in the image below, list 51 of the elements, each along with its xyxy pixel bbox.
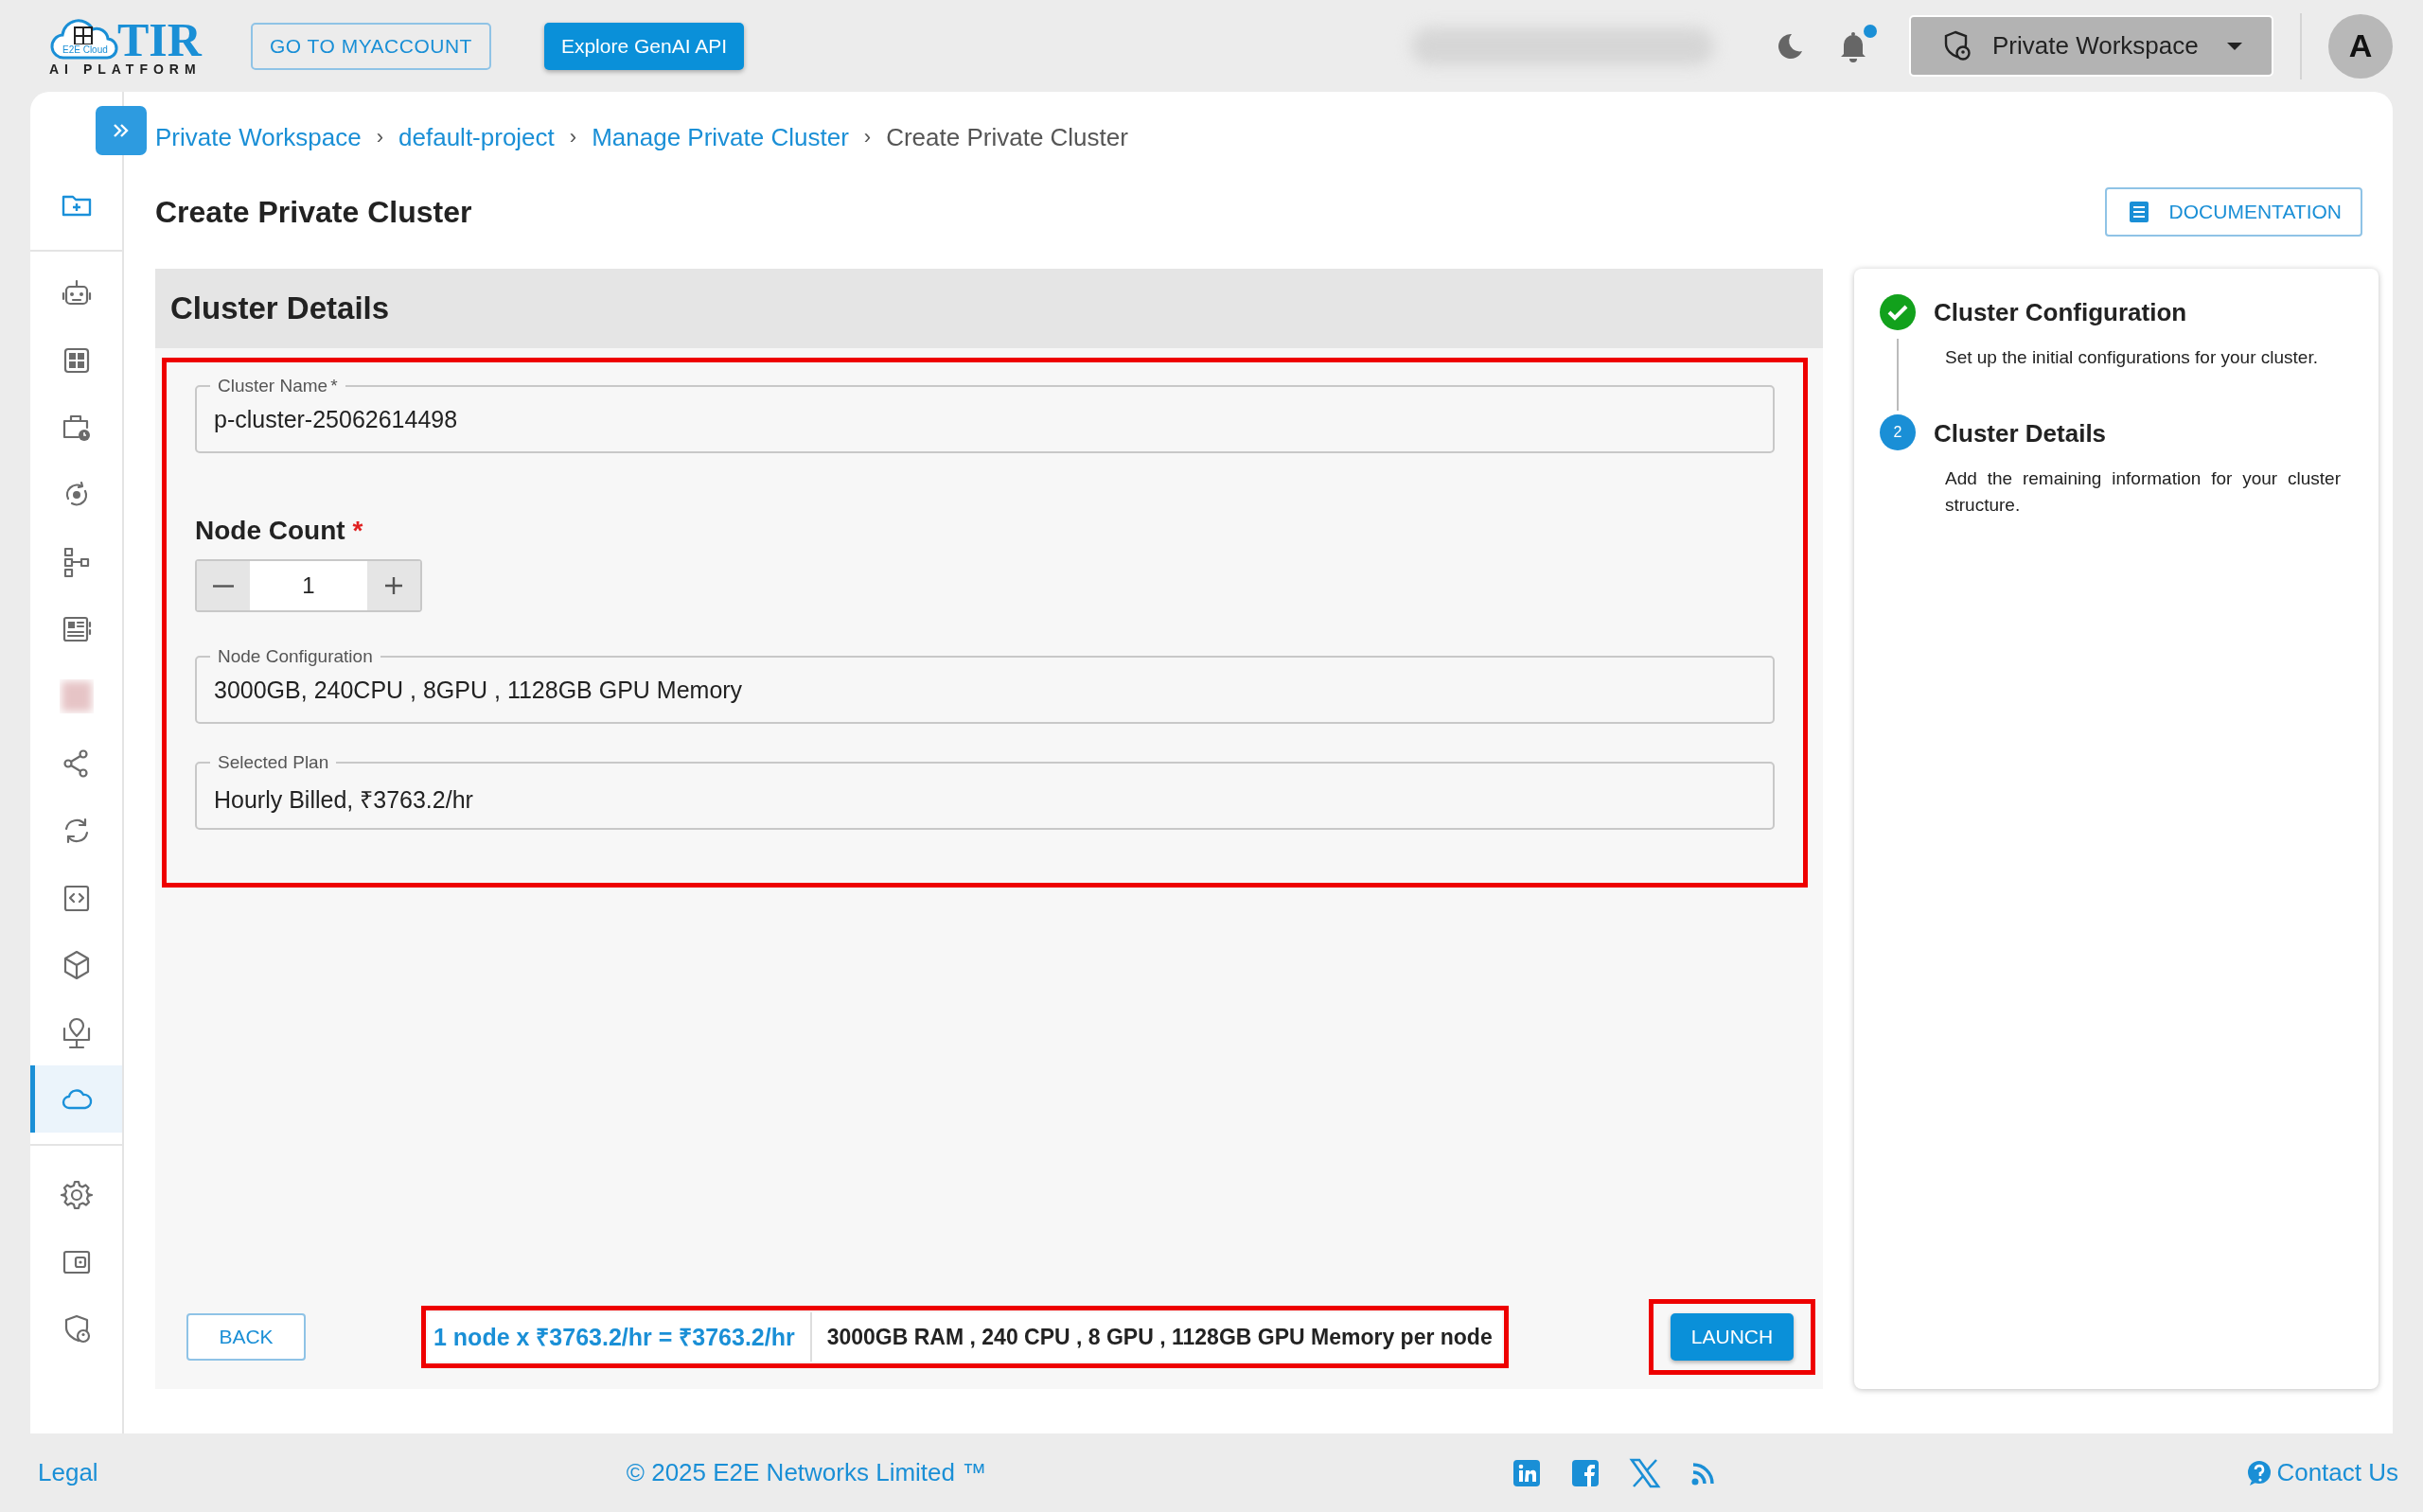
facebook-icon[interactable] xyxy=(1570,1457,1601,1488)
decrement-button[interactable] xyxy=(197,561,250,610)
logo-tagline: AI PLATFORM xyxy=(49,61,202,77)
price-text: 1 node x ₹3763.2/hr = ₹3763.2/hr xyxy=(428,1312,812,1362)
breadcrumb-link[interactable]: Private Workspace xyxy=(155,122,362,152)
logo-name: TIR xyxy=(117,15,202,63)
step-number: 2 xyxy=(1880,414,1916,450)
launch-button[interactable]: LAUNCH xyxy=(1671,1313,1794,1361)
page-title: Create Private Cluster xyxy=(155,194,472,230)
section-title: Cluster Details xyxy=(170,290,390,326)
back-button[interactable]: BACK xyxy=(186,1313,306,1361)
field-label: Node Configuration xyxy=(217,646,374,667)
minus-icon xyxy=(213,584,234,588)
increment-button[interactable] xyxy=(367,561,420,610)
stepper-value: 1 xyxy=(250,561,367,610)
step-description: Add the remaining information for your cluster structure. xyxy=(1945,467,2341,517)
help-icon xyxy=(2246,1459,2273,1486)
copyright-text: © 2025 E2E Networks Limited ™ xyxy=(626,1458,987,1487)
blurred-icon xyxy=(59,678,94,713)
breadcrumb-separator: › xyxy=(569,125,577,149)
plus-icon xyxy=(382,574,405,597)
breadcrumb-current: Create Private Cluster xyxy=(886,122,1128,152)
account-button[interactable]: GO TO MYACCOUNT xyxy=(250,22,491,70)
expand-button[interactable] xyxy=(96,106,147,155)
field-value: Hourly Billed, ₹3763.2/hr xyxy=(213,785,474,815)
legal-link[interactable]: Legal xyxy=(38,1458,98,1487)
logo-caption: E2E Cloud xyxy=(62,44,108,55)
field-value: p-cluster-25062614498 xyxy=(213,405,459,433)
linkedin-icon[interactable] xyxy=(1512,1457,1543,1488)
sidebar-item[interactable] xyxy=(30,1065,122,1133)
step-title: Cluster Details xyxy=(1934,418,2108,449)
field-value: 3000GB, 240CPU , 8GPU , 1128GB GPU Memory xyxy=(213,676,744,704)
field-label: Node Count * xyxy=(195,516,364,546)
documentation-button[interactable]: DOCUMENTATION xyxy=(2104,187,2362,237)
breadcrumb-link[interactable]: default-project xyxy=(398,122,555,152)
logo[interactable]: E2E Cloud TIR AI PLATFORM xyxy=(49,15,202,77)
contact-link[interactable]: Contact Us xyxy=(2246,1458,2398,1487)
field-label: Cluster Name* xyxy=(217,376,339,396)
explore-button[interactable]: Explore GenAI API xyxy=(543,22,745,70)
caret-icon xyxy=(2226,41,2243,51)
number-stepper[interactable]: 1 xyxy=(195,559,422,612)
breadcrumb-separator: › xyxy=(863,125,872,149)
breadcrumb-link[interactable]: Manage Private Cluster xyxy=(592,122,849,152)
specs-text: 3000GB RAM , 240 CPU , 8 GPU , 1128GB GPU Memory per node xyxy=(825,1324,1494,1350)
x-icon[interactable] xyxy=(1629,1457,1662,1488)
step-description: Set up the initial configurations for your cluster. xyxy=(1945,346,2318,369)
avatar[interactable]: A xyxy=(2328,13,2393,79)
breadcrumb-separator: › xyxy=(376,125,384,149)
workspace-dropdown[interactable]: Private Workspace xyxy=(1909,15,2273,77)
field-label: Selected Plan xyxy=(217,752,330,773)
step-title: Cluster Configuration xyxy=(1934,297,2188,328)
